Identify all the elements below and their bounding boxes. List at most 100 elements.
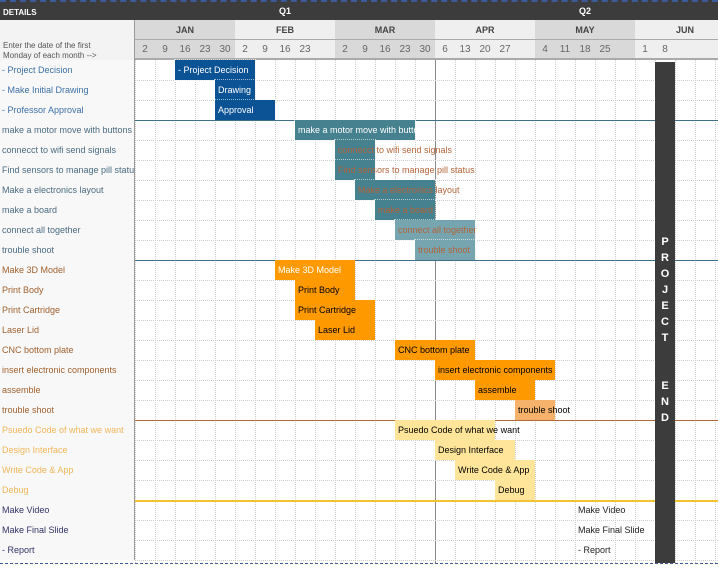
task-bar[interactable]: make a board — [374, 199, 436, 221]
task-bar[interactable]: connect all together — [394, 219, 477, 241]
task-bar[interactable]: insert electronic components — [435, 360, 555, 380]
week-label: 20 — [475, 40, 495, 60]
task-label: Make Video — [0, 500, 135, 520]
task-label: make a motor move with buttons — [0, 120, 135, 140]
grid-row-line — [135, 280, 718, 281]
task-bar[interactable]: Write Code & App — [455, 460, 535, 480]
grid-row-line — [135, 400, 718, 401]
week-label: 27 — [495, 40, 515, 60]
grid-column-line — [695, 60, 696, 563]
week-label — [615, 40, 635, 60]
task-label: - Report — [0, 540, 135, 560]
task-bar[interactable]: assemble — [475, 380, 535, 400]
task-label: trouble shoot — [0, 400, 135, 420]
month-may: MAY — [535, 20, 635, 40]
task-bar[interactable]: Drawing — [214, 79, 256, 101]
week-label — [695, 40, 715, 60]
grid-column-line — [455, 60, 456, 563]
task-bar[interactable]: CNC bottom plate — [395, 340, 475, 360]
grid-column-line — [635, 60, 636, 563]
task-bar[interactable]: make a motor move with butto — [294, 119, 419, 141]
task-bar[interactable]: Debug — [495, 480, 535, 500]
task-label: Print Body — [0, 280, 135, 300]
grid-row-line — [135, 560, 718, 561]
task-bar[interactable]: trouble shoot — [515, 400, 570, 420]
week-label: 1 — [635, 40, 655, 60]
grid-column-line — [475, 60, 476, 563]
header-bar: DETAILS Q1 Q2 — [0, 0, 718, 20]
task-label: - Project Decision — [0, 60, 135, 80]
task-label: trouble shoot — [0, 240, 135, 260]
week-label: 11 — [555, 40, 575, 60]
week-label: 23 — [195, 40, 215, 60]
task-label: connecct to wifi send signals — [0, 140, 135, 160]
week-label: 30 — [415, 40, 435, 60]
week-label: 25 — [595, 40, 615, 60]
task-bar[interactable]: Approval — [214, 99, 276, 121]
task-bar[interactable]: Laser Lid — [315, 320, 375, 340]
bottom-border — [0, 563, 718, 564]
task-label: Make a electronics layout — [0, 180, 135, 200]
task-label: - Make Initial Drawing — [0, 80, 135, 100]
grid-column-line — [135, 60, 136, 563]
week-label: 4 — [535, 40, 555, 60]
task-label: insert electronic components — [0, 360, 135, 380]
week-label: 16 — [275, 40, 295, 60]
grid-row-line — [135, 140, 718, 141]
week-label — [515, 40, 535, 60]
task-bar[interactable]: Find sensors to manage pill status — [334, 159, 475, 181]
task-bar[interactable]: Make 3D Model — [275, 260, 355, 280]
grid-column-line — [155, 60, 156, 563]
project-end-marker: PROJECTEND — [655, 62, 675, 563]
week-label: 6 — [435, 40, 455, 60]
task-bar[interactable]: Make a electronics layout — [354, 179, 460, 201]
task-label: Psuedo Code of what we want — [0, 420, 135, 440]
grid-row-line — [135, 380, 718, 381]
grid-row-line — [135, 320, 718, 321]
week-label: 2 — [235, 40, 255, 60]
grid-column-line — [675, 60, 676, 563]
task-bar[interactable]: connecct to wifi send signals — [334, 139, 452, 161]
grid-column-line — [275, 60, 276, 563]
task-bar[interactable]: - Project Decision — [174, 59, 256, 81]
task-label: Find sensors to manage pill status — [0, 160, 135, 180]
month-mar: MAR — [335, 20, 435, 40]
week-label: 23 — [295, 40, 315, 60]
task-label: Make 3D Model — [0, 260, 135, 280]
task-label: make a board — [0, 200, 135, 220]
task-bar[interactable]: Print Body — [295, 280, 355, 300]
month-feb: FEB — [235, 20, 335, 40]
task-text: Make Final Slide — [578, 525, 645, 535]
grid-row-line — [135, 480, 718, 481]
week-label: 9 — [255, 40, 275, 60]
task-bar[interactable]: Design Interface — [435, 440, 515, 460]
month-jan: JAN — [135, 20, 235, 40]
week-label: 18 — [575, 40, 595, 60]
grid-column-line — [575, 60, 576, 563]
quarter-q2: Q2 — [578, 6, 591, 16]
grid-row-line — [135, 460, 718, 461]
task-label: Write Code & App — [0, 460, 135, 480]
task-label: assemble — [0, 380, 135, 400]
grid-column-line — [555, 60, 556, 563]
week-label: 2 — [135, 40, 155, 60]
week-label: 23 — [395, 40, 415, 60]
task-label: - Professor Approval — [0, 100, 135, 120]
grid-column-line — [255, 60, 256, 563]
grid-column-line — [595, 60, 596, 563]
task-label: Laser Lid — [0, 320, 135, 340]
week-label: 30 — [215, 40, 235, 60]
week-label — [315, 40, 335, 60]
grid-row-line — [135, 540, 718, 541]
grid-column-line — [715, 60, 716, 563]
task-label: connect all together — [0, 220, 135, 240]
task-label: Design Interface — [0, 440, 135, 460]
task-bar[interactable]: Print Cartridge — [295, 300, 375, 320]
task-label: Make Final Slide — [0, 520, 135, 540]
week-label: 16 — [375, 40, 395, 60]
week-label — [675, 40, 695, 60]
task-label: Debug — [0, 480, 135, 500]
details-header: DETAILS — [3, 8, 37, 17]
task-bar[interactable]: trouble shoot — [414, 239, 476, 261]
task-bar[interactable]: Psuedo Code of what we want — [395, 420, 520, 440]
